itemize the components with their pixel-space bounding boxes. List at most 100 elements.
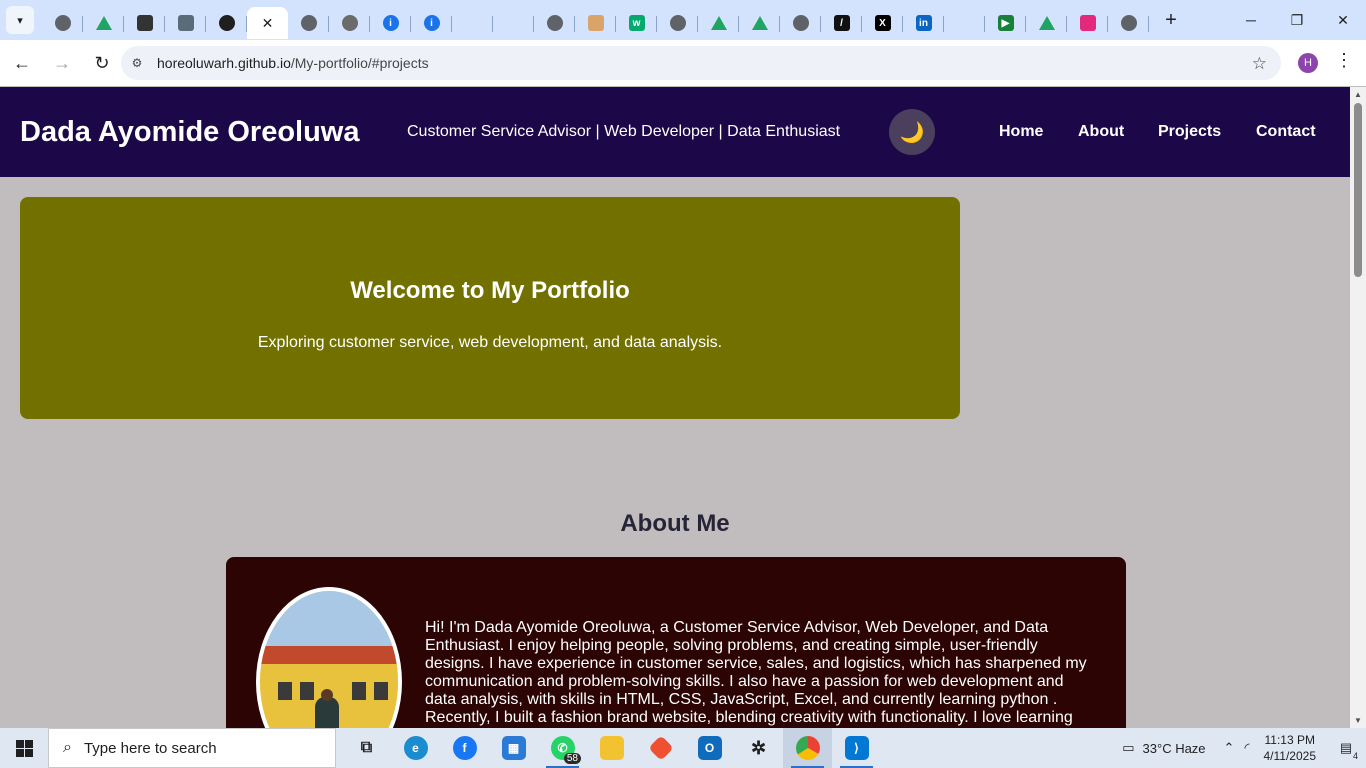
- cube-icon: [1079, 15, 1096, 31]
- bookmark-star-icon[interactable]: ☆: [1252, 54, 1267, 74]
- site-settings-icon[interactable]: ⚙: [129, 55, 145, 71]
- blank-icon: [465, 15, 481, 31]
- back-button[interactable]: ←: [4, 45, 40, 81]
- close-icon[interactable]: ✕: [262, 15, 274, 32]
- restore-button[interactable]: ❐: [1274, 0, 1320, 40]
- new-tab-button[interactable]: +: [1157, 6, 1185, 34]
- tab-13[interactable]: [534, 7, 575, 39]
- arrow-right-icon: →: [53, 52, 71, 73]
- tab-21[interactable]: X: [862, 7, 903, 39]
- tab-19[interactable]: [780, 7, 821, 39]
- tab-7[interactable]: [288, 7, 329, 39]
- page-scrollbar[interactable]: ▲ ▼: [1350, 87, 1366, 728]
- about-text: Hi! I'm Dada Ayomide Oreoluwa, a Custome…: [425, 619, 1087, 726]
- minimize-button[interactable]: ─: [1228, 0, 1274, 40]
- tab-10[interactable]: i: [411, 7, 452, 39]
- taskbar-git[interactable]: [636, 728, 685, 768]
- tab-active[interactable]: ✕: [247, 7, 288, 39]
- taskbar-vscode[interactable]: ⟩: [832, 728, 881, 768]
- scroll-down-icon[interactable]: ▼: [1354, 716, 1362, 725]
- tab-1[interactable]: [42, 7, 83, 39]
- tab-26[interactable]: [1067, 7, 1108, 39]
- tab-8[interactable]: [329, 7, 370, 39]
- scroll-up-icon[interactable]: ▲: [1354, 90, 1362, 99]
- reload-icon: ↻: [94, 52, 110, 73]
- browser-toolbar: ← → ↻ ⚙ horeoluwarh.github.io/My-portfol…: [0, 40, 1366, 86]
- search-icon: ⌕: [63, 739, 72, 756]
- url-host: horeoluwarh.github.io: [157, 55, 291, 71]
- start-button[interactable]: [0, 728, 48, 768]
- tab-24[interactable]: ▶: [985, 7, 1026, 39]
- wifi-icon[interactable]: ◜: [1244, 740, 1249, 756]
- clock-time: 11:13 PM: [1264, 733, 1315, 747]
- whatsapp-badge: 58: [563, 753, 581, 764]
- tab-11[interactable]: [452, 7, 493, 39]
- scrollbar-thumb[interactable]: [1354, 103, 1362, 277]
- edge-icon: e: [403, 736, 428, 760]
- google-drive-icon: [95, 16, 112, 30]
- reload-button[interactable]: ↻: [84, 45, 120, 81]
- tab-20[interactable]: /: [821, 7, 862, 39]
- weather-text[interactable]: 33°C Haze: [1143, 741, 1206, 756]
- tab-18[interactable]: [739, 7, 780, 39]
- taskbar-store[interactable]: ▦: [489, 728, 538, 768]
- address-bar[interactable]: ⚙ horeoluwarh.github.io/My-portfolio/#pr…: [121, 46, 1281, 80]
- tab-17[interactable]: [698, 7, 739, 39]
- theme-toggle-button[interactable]: 🌙: [889, 109, 935, 155]
- arrow-left-icon: ←: [13, 52, 31, 73]
- blank-icon: [957, 15, 973, 31]
- tab-14[interactable]: [575, 7, 616, 39]
- tab-9[interactable]: i: [370, 7, 411, 39]
- taskbar-edge[interactable]: e: [391, 728, 440, 768]
- url-text[interactable]: horeoluwarh.github.io/My-portfolio/#proj…: [157, 55, 429, 71]
- profile-avatar[interactable]: H: [1298, 53, 1318, 73]
- show-hidden-icons-chevron[interactable]: ⌃: [1224, 740, 1235, 756]
- tab-5[interactable]: [206, 7, 247, 39]
- tab-12[interactable]: [493, 7, 534, 39]
- nav-projects[interactable]: Projects: [1158, 123, 1221, 141]
- taskbar-chatgpt[interactable]: ✲: [734, 728, 783, 768]
- chevron-down-icon: ▾: [17, 14, 23, 27]
- tab-search-button[interactable]: ▾: [6, 6, 34, 34]
- hero-title: Welcome to My Portfolio: [350, 277, 630, 304]
- tab-4[interactable]: [165, 7, 206, 39]
- tab-16[interactable]: [657, 7, 698, 39]
- tab-27[interactable]: [1108, 7, 1149, 39]
- taskbar-chrome[interactable]: [783, 728, 832, 768]
- taskbar-facebook[interactable]: f: [440, 728, 489, 768]
- taskbar-clock[interactable]: 11:13 PM 4/11/2025: [1264, 732, 1317, 764]
- tab-22[interactable]: in: [903, 7, 944, 39]
- windows-taskbar: ⌕ Type here to search ⧉ e f ▦ ✆ 58 O ✲ ⟩ …: [0, 728, 1366, 768]
- moon-icon: 🌙: [899, 121, 925, 144]
- taskbar-apps: ⧉ e f ▦ ✆ 58 O ✲ ⟩: [342, 728, 881, 768]
- tab-23[interactable]: [944, 7, 985, 39]
- nav-about[interactable]: About: [1078, 123, 1124, 141]
- notification-center-button[interactable]: ▤ 4: [1332, 735, 1360, 761]
- taskbar-search-box[interactable]: ⌕ Type here to search: [48, 728, 336, 768]
- tab-3[interactable]: [124, 7, 165, 39]
- taskbar-file-explorer[interactable]: [587, 728, 636, 768]
- task-view-icon: ⧉: [360, 739, 373, 756]
- facebook-icon: f: [452, 736, 477, 760]
- globe-icon: [546, 15, 563, 31]
- info-icon: i: [382, 15, 399, 31]
- url-path: /My-portfolio/#projects: [290, 55, 429, 71]
- task-view-button[interactable]: ⧉: [342, 728, 391, 768]
- info-icon: i: [423, 15, 440, 31]
- google-drive-icon: [1038, 16, 1055, 30]
- taskbar-outlook[interactable]: O: [685, 728, 734, 768]
- windows-logo-icon: [15, 739, 33, 757]
- forward-button[interactable]: →: [44, 45, 80, 81]
- browser-menu-icon[interactable]: ⋮: [1335, 50, 1353, 71]
- nav-home[interactable]: Home: [999, 123, 1043, 141]
- window-controls: ─ ❐ ✕: [1228, 0, 1366, 40]
- tab-25[interactable]: [1026, 7, 1067, 39]
- tab-2[interactable]: [83, 7, 124, 39]
- tab-15[interactable]: w: [616, 7, 657, 39]
- nav-contact[interactable]: Contact: [1256, 123, 1316, 141]
- git-icon: [647, 735, 674, 761]
- chrome-icon: [795, 736, 820, 760]
- google-drive-icon: [710, 16, 727, 30]
- taskbar-whatsapp[interactable]: ✆ 58: [538, 728, 587, 768]
- close-window-button[interactable]: ✕: [1320, 0, 1366, 40]
